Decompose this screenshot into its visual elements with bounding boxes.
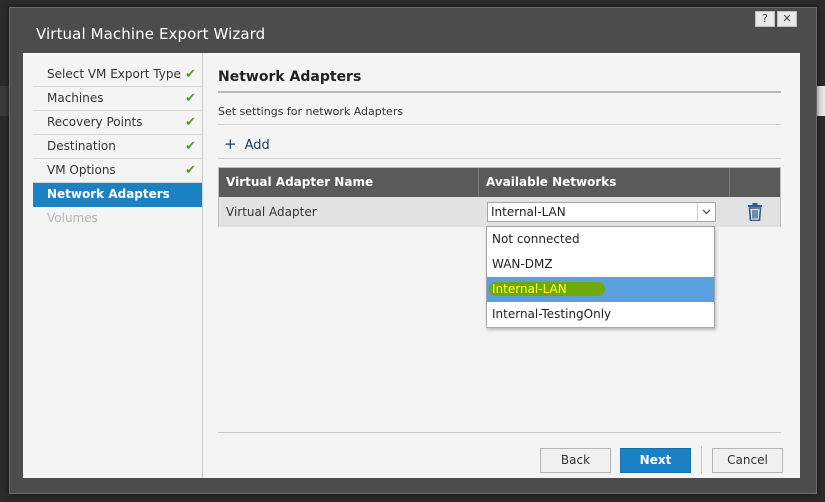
button-separator [701,446,702,474]
cancel-button[interactable]: Cancel [712,448,783,473]
add-label: Add [244,138,270,153]
option-wan-dmz[interactable]: WAN-DMZ [487,252,714,277]
step-label: Network Adapters [47,187,170,201]
check-icon: ✔ [185,91,196,106]
column-header-adapter-name: Virtual Adapter Name [219,168,479,197]
plus-icon: + [224,135,237,153]
step-label: Destination [47,139,116,153]
wizard-steps: Select VM Export Type ✔ Machines ✔ Recov… [23,53,203,478]
network-select-value: Internal-LAN [491,205,566,219]
chevron-down-icon[interactable] [697,203,715,221]
trash-icon[interactable] [747,203,763,222]
step-label: Recovery Points [47,115,143,129]
dialog-title: Virtual Machine Export Wizard [36,25,266,43]
step-content: Network Adapters Set settings for networ… [218,53,783,478]
step-select-vm-export-type[interactable]: Select VM Export Type ✔ [33,63,202,87]
close-button[interactable]: ✕ [777,11,797,27]
step-vm-options[interactable]: VM Options ✔ [33,159,202,183]
step-label: Select VM Export Type [47,67,181,81]
step-recovery-points[interactable]: Recovery Points ✔ [33,111,202,135]
step-label: Volumes [47,211,98,225]
title-divider [218,91,781,93]
option-label: Not connected [492,232,580,246]
title-bar: Virtual Machine Export Wizard ? ✕ [10,8,816,54]
step-volumes: Volumes [33,207,202,231]
adapters-table: Virtual Adapter Name Available Networks … [218,167,781,227]
check-icon: ✔ [185,139,196,154]
table-row: Virtual Adapter Internal-LAN [219,197,780,227]
help-button[interactable]: ? [755,11,775,27]
option-not-connected[interactable]: Not connected [487,227,714,252]
footer-divider [218,432,781,433]
step-destination[interactable]: Destination ✔ [33,135,202,159]
step-machines[interactable]: Machines ✔ [33,87,202,111]
step-label: VM Options [47,163,116,177]
option-label: Internal-TestingOnly [492,307,612,321]
check-icon: ✔ [185,67,196,82]
network-select[interactable]: Internal-LAN [487,202,716,222]
back-button[interactable]: Back [540,448,611,473]
column-header-actions [730,168,781,197]
add-adapter-button[interactable]: + Add [224,135,270,153]
page-description: Set settings for network Adapters [218,105,404,118]
toolbar-divider [218,158,781,159]
check-icon: ✔ [185,115,196,130]
option-label: Internal-LAN [492,282,567,296]
option-internal-lan[interactable]: Internal-LAN [487,277,714,302]
next-button[interactable]: Next [620,448,691,473]
wizard-dialog: Virtual Machine Export Wizard ? ✕ Select… [9,7,817,494]
adapter-name-cell: Virtual Adapter [226,205,317,219]
description-divider [218,124,781,125]
step-label: Machines [47,91,104,105]
table-header: Virtual Adapter Name Available Networks [219,168,780,197]
option-internal-testingonly[interactable]: Internal-TestingOnly [487,302,714,327]
option-label: WAN-DMZ [492,257,553,271]
check-icon: ✔ [185,163,196,178]
step-network-adapters[interactable]: Network Adapters [33,183,202,207]
dialog-body: Select VM Export Type ✔ Machines ✔ Recov… [23,53,800,478]
network-options-list: Not connected WAN-DMZ Internal-LAN Inter… [486,226,715,328]
page-title: Network Adapters [218,69,362,85]
column-header-available-networks: Available Networks [479,168,730,197]
